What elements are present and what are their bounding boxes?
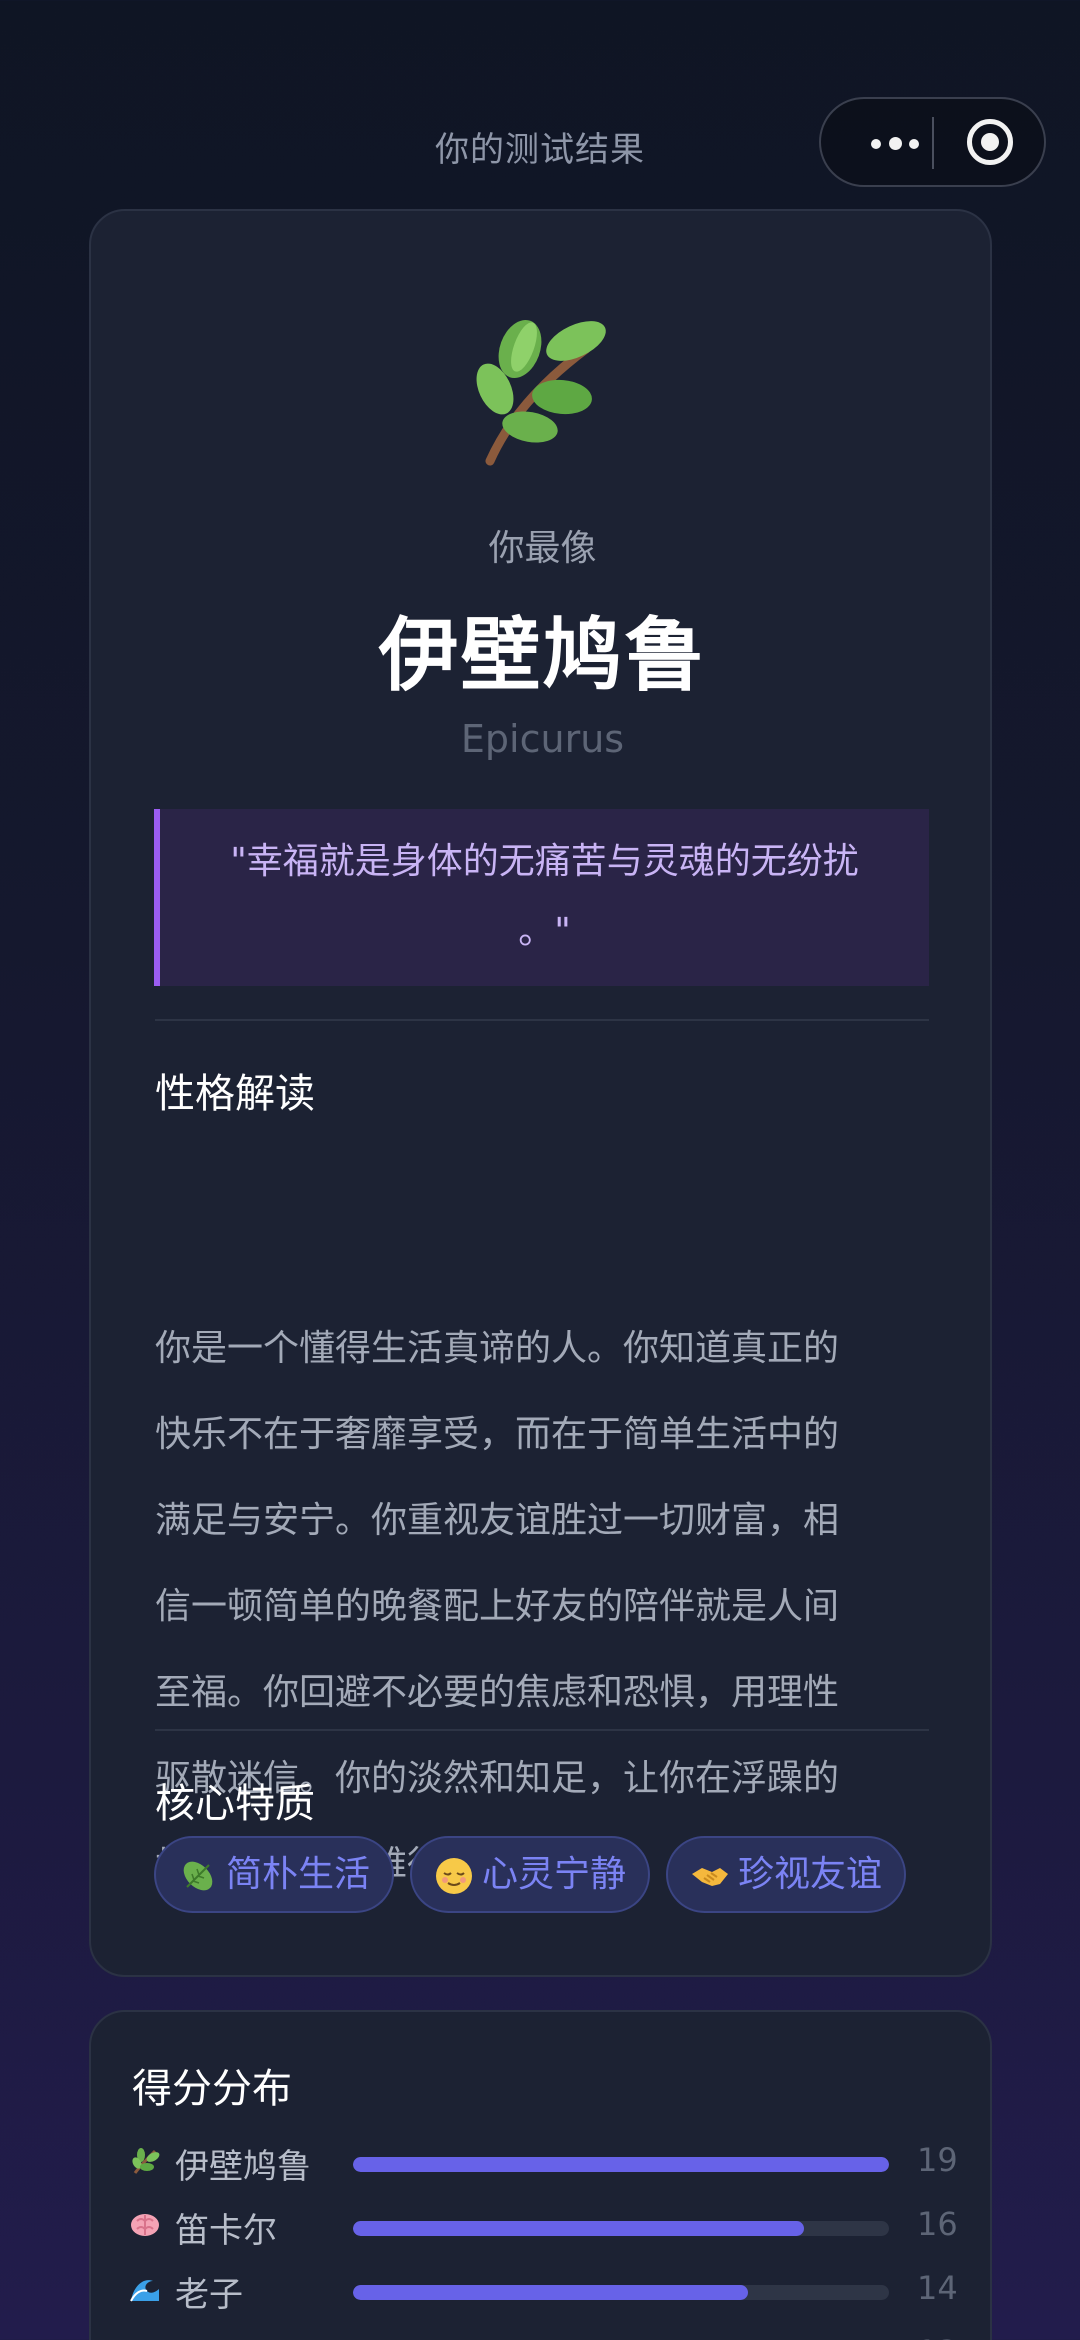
score-bar-fill: [353, 2157, 889, 2172]
philosopher-name: 伊壁鸠鲁: [378, 609, 707, 702]
score-name: 老子: [175, 2275, 243, 2315]
relieved-face-icon: [436, 1858, 472, 1894]
leaf-icon: [183, 1861, 213, 1891]
score-value: 13: [917, 2333, 958, 2340]
score-bar-fill: [353, 2221, 805, 2236]
score-value: 19: [917, 2141, 958, 2179]
traits-title: 核心特质: [155, 1781, 315, 1827]
more-dots-icon[interactable]: [857, 99, 937, 185]
brain-icon: [129, 2209, 161, 2241]
herb-branch-icon: [476, 319, 606, 466]
score-value: 16: [917, 2205, 958, 2243]
trait-tag[interactable]: 珍视友谊: [666, 1836, 906, 1913]
trait-tag[interactable]: 简朴生活: [154, 1836, 394, 1913]
analysis-title: 性格解读: [155, 1071, 315, 1117]
score-card: 得分分布 伊壁鸠鲁 19 笛卡尔 16 老子 14 庄子 13: [89, 2010, 992, 2340]
score-title: 得分分布: [132, 2066, 292, 2112]
score-name: 笛卡尔: [175, 2211, 277, 2251]
score-name: 伊壁鸠鲁: [175, 2147, 311, 2187]
score-row: 伊壁鸠鲁 19: [91, 2137, 994, 2187]
top-bar: 你的测试结果: [0, 0, 1080, 200]
analysis-line: 快乐不在于奢靡享受，而在于简单生活中的: [155, 1414, 840, 1455]
quote-text: "幸福就是身体的无痛苦与灵魂的无纷扰 。": [184, 827, 905, 967]
herb-icon: [129, 2145, 161, 2177]
quote-line: 。": [518, 911, 571, 952]
handshake-icon: [692, 1868, 728, 1886]
quote-block: "幸福就是身体的无痛苦与灵魂的无纷扰 。": [154, 809, 929, 986]
mini-program-capsule: [819, 97, 1046, 187]
score-bar-fill: [353, 2285, 748, 2300]
trait-label: 心灵宁静: [482, 1854, 627, 1895]
score-bar-track: [353, 2157, 889, 2172]
target-circle-icon[interactable]: [967, 119, 1013, 165]
analysis-line: 你是一个懂得生活真谛的人。你知道真正的: [155, 1328, 840, 1369]
analysis-line: 至福。你回避不必要的焦虑和恐惧，用理性: [155, 1672, 840, 1713]
score-row: 老子 14: [91, 2265, 994, 2315]
result-subtitle: 你最像: [488, 528, 597, 569]
score-row: 笛卡尔 16: [91, 2201, 994, 2251]
score-bar-track: [353, 2221, 889, 2236]
score-name: 庄子: [175, 2331, 243, 2340]
trait-tag[interactable]: 心灵宁静: [410, 1836, 650, 1913]
philosopher-name-en: Epicurus: [460, 717, 625, 761]
capsule-divider: [932, 117, 934, 169]
score-row: 庄子 13: [91, 2329, 994, 2340]
trait-label: 珍视友谊: [738, 1854, 883, 1895]
result-card: 你最像 伊壁鸠鲁 Epicurus "幸福就是身体的无痛苦与灵魂的无纷扰 。" …: [89, 209, 992, 1977]
trait-label: 简朴生活: [226, 1854, 371, 1895]
quote-line: "幸福就是身体的无痛苦与灵魂的无纷扰: [230, 841, 859, 882]
score-value: 14: [917, 2269, 958, 2307]
divider: [155, 1729, 929, 1731]
divider: [155, 1019, 929, 1021]
analysis-line: 满足与安宁。你重视友谊胜过一切财富，相: [155, 1500, 840, 1541]
analysis-line: 信一顿简单的晚餐配上好友的陪伴就是人间: [155, 1586, 840, 1627]
score-bar-track: [353, 2285, 889, 2300]
wave-icon: [129, 2273, 161, 2305]
